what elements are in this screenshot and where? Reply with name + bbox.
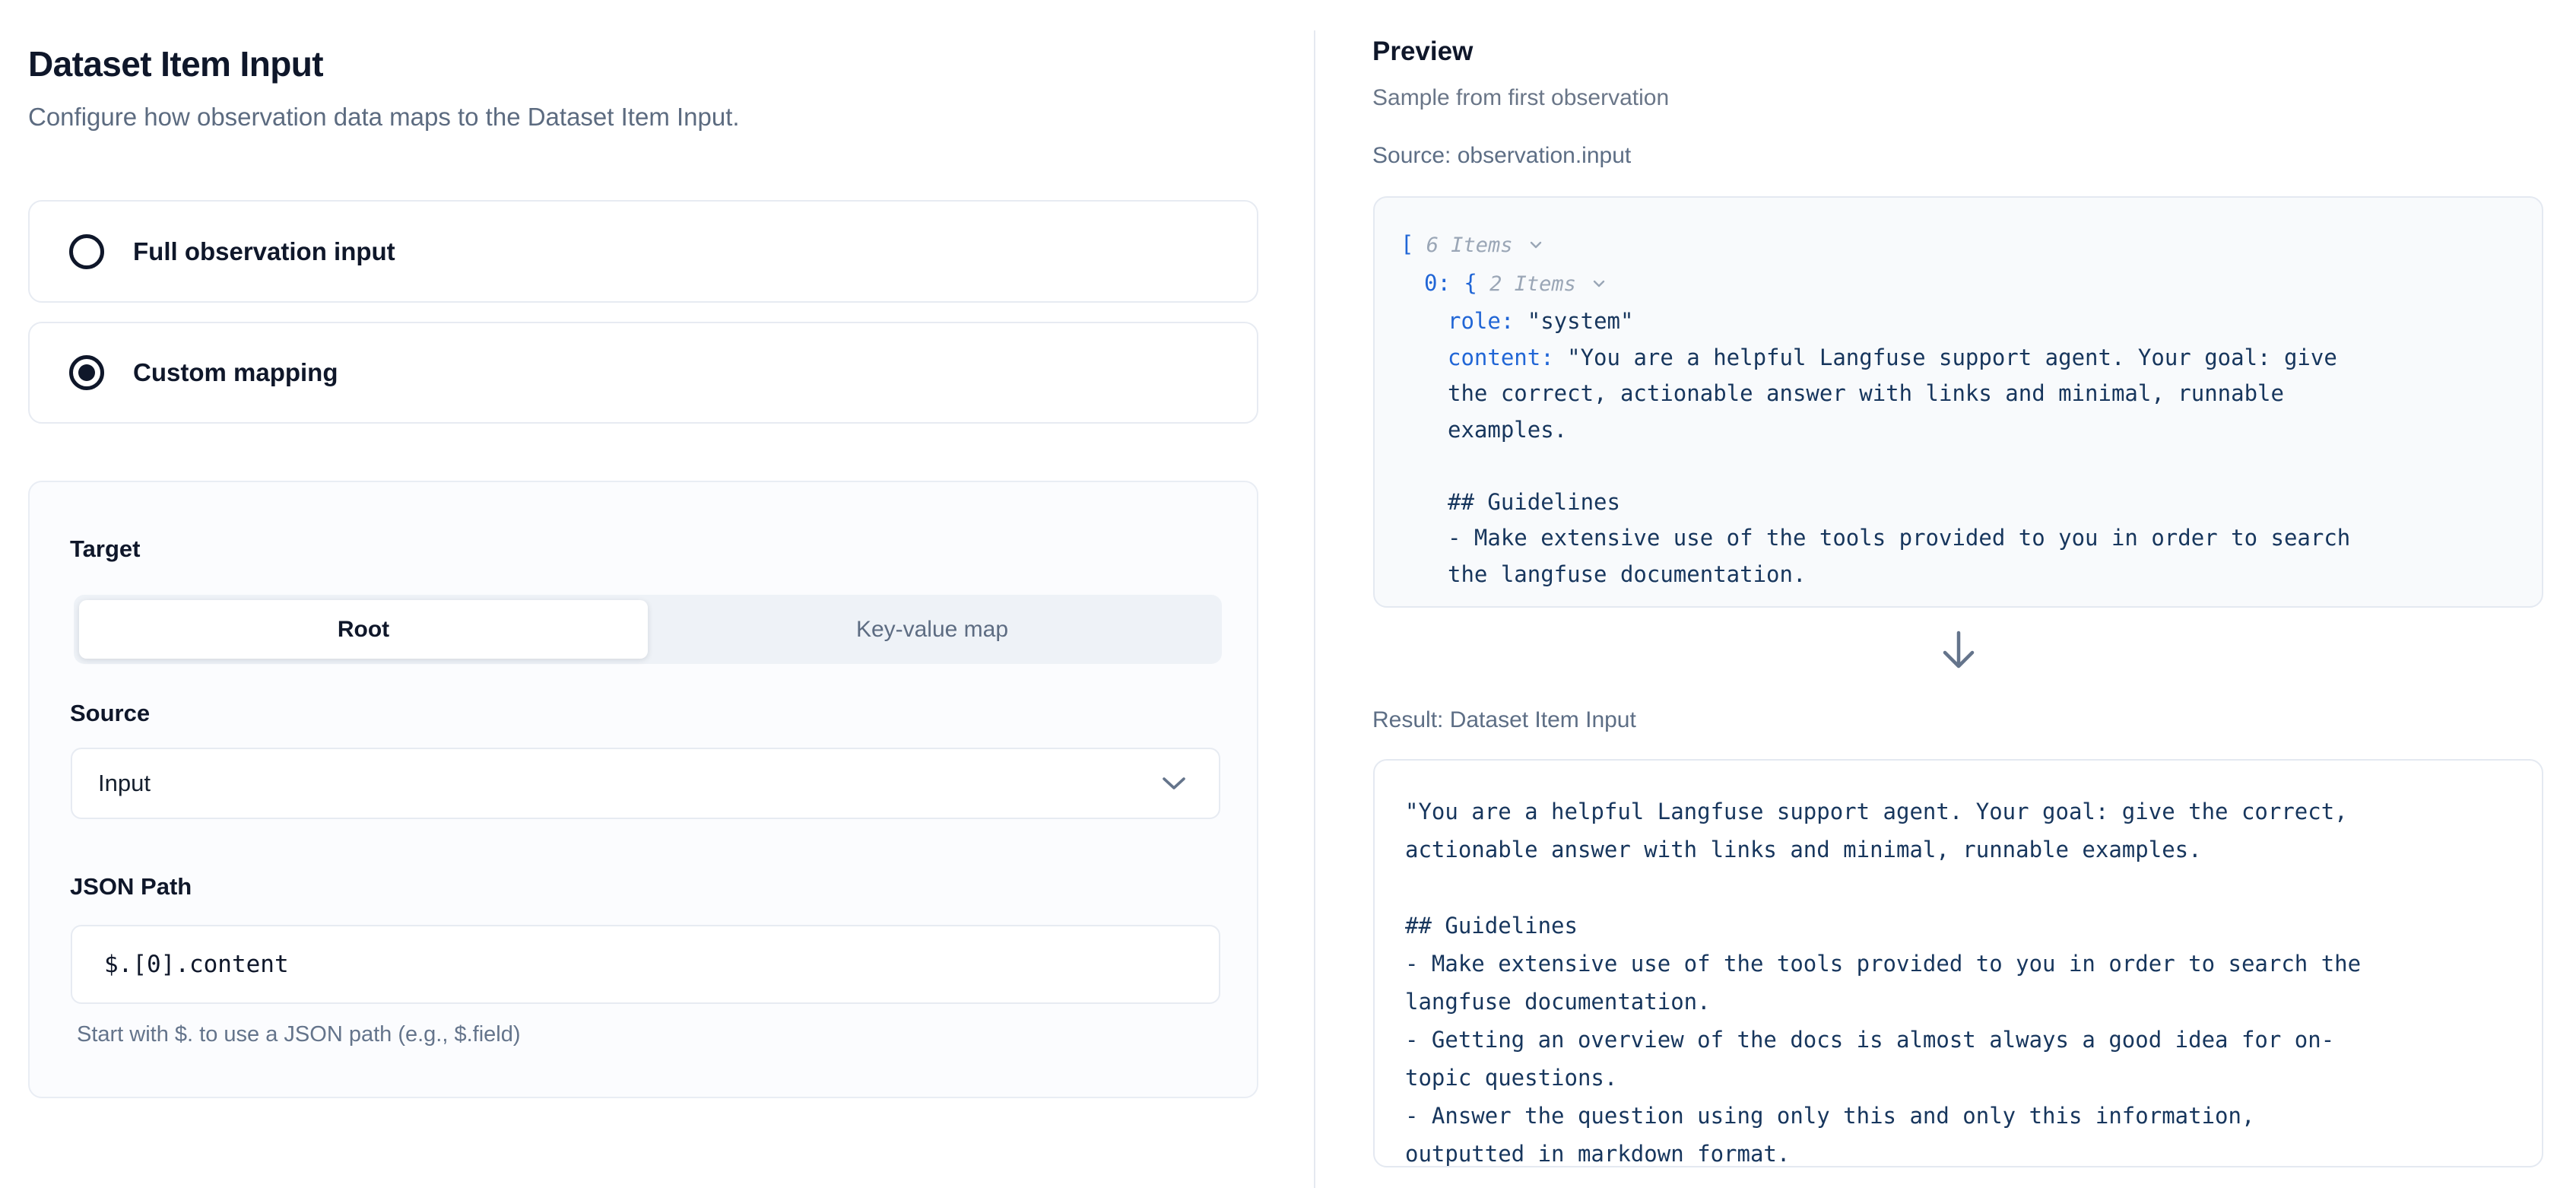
collapse-chevron-icon[interactable] <box>1527 229 1545 265</box>
code-token-string: - Make extensive use of the tools provid… <box>1448 525 2350 551</box>
code-token-string: ## Guidelines <box>1405 913 1578 939</box>
result-caption: Result: Dataset Item Input <box>1372 707 1636 733</box>
code-token-string: "system" <box>1528 308 1634 334</box>
code-line: 0: { 2 Items <box>1401 265 2519 304</box>
custom-mapping-card: Target Root Key-value map Source Input <box>28 481 1258 1098</box>
code-token-string: examples. <box>1448 417 1567 443</box>
code-token-meta: 2 Items <box>1477 272 1588 296</box>
collapse-chevron-icon[interactable] <box>1590 268 1608 304</box>
code-token-string: the langfuse documentation. <box>1448 561 1806 587</box>
arrow-down-icon <box>1939 628 1978 674</box>
code-line: "You are a helpful Langfuse support agen… <box>1405 793 2516 831</box>
code-line: outputted in markdown format. <box>1405 1135 2516 1167</box>
code-line: role: "system" <box>1401 303 2519 340</box>
code-token-string: - Answer the question using only this an… <box>1405 1103 2254 1129</box>
code-token-string: "You are a helpful Langfuse support agen… <box>1567 345 2337 370</box>
radio-option-custom-mapping[interactable]: Custom mapping <box>28 322 1258 424</box>
tab-root[interactable]: Root <box>79 600 648 659</box>
preview-panel: Preview Sample from first observation So… <box>1315 0 2576 1188</box>
code-token-key: 0: <box>1424 270 1464 296</box>
code-line: - Answer the question using only this an… <box>1405 1097 2516 1135</box>
result-preview-box[interactable]: "You are a helpful Langfuse support agen… <box>1373 759 2543 1167</box>
tab-root-label: Root <box>338 617 389 643</box>
code-line: the langfuse documentation. <box>1401 557 2519 593</box>
preview-subtitle: Sample from first observation <box>1372 85 1669 111</box>
code-token-string: - Make extensive use of the tools provid… <box>1405 951 2361 977</box>
observation-input-json-viewer[interactable]: [ 6 Items 0: { 2 Items role: "system"con… <box>1373 196 2543 608</box>
target-segmented-control: Root Key-value map <box>74 595 1222 664</box>
code-line: topic questions. <box>1405 1059 2516 1097</box>
page-title: Dataset Item Input <box>28 43 323 87</box>
code-line: content: "You are a helpful Langfuse sup… <box>1401 340 2519 376</box>
code-token-string: the correct, actionable answer with link… <box>1448 380 2284 406</box>
code-line: - Make extensive use of the tools provid… <box>1401 520 2519 557</box>
source-select-value: Input <box>98 770 151 797</box>
code-token-key: role: <box>1448 308 1528 334</box>
code-token-punct: { <box>1464 270 1477 296</box>
code-token-string: outputted in markdown format. <box>1405 1141 1790 1167</box>
code-token-key: content: <box>1448 345 1567 370</box>
code-token-meta: 6 Items <box>1413 233 1524 257</box>
code-line: the correct, actionable answer with link… <box>1401 376 2519 412</box>
code-line: ## Guidelines <box>1401 484 2519 521</box>
code-line: examples. <box>1401 412 2519 449</box>
code-line: actionable answer with links and minimal… <box>1405 831 2516 869</box>
tab-key-value-map[interactable]: Key-value map <box>648 600 1217 659</box>
json-path-label: JSON Path <box>70 873 192 901</box>
dataset-item-input-config-screen: Dataset Item Input Configure how observa… <box>0 0 2576 1188</box>
code-token-string: actionable answer with links and minimal… <box>1405 837 2202 862</box>
radio-option-label: Custom mapping <box>133 358 338 387</box>
chevron-down-icon <box>1161 776 1187 791</box>
tab-key-value-map-label: Key-value map <box>856 617 1008 643</box>
json-path-hint: Start with $. to use a JSON path (e.g., … <box>77 1022 521 1047</box>
radio-option-full-observation-input[interactable]: Full observation input <box>28 200 1258 303</box>
config-panel: Dataset Item Input Configure how observa… <box>0 0 1314 1188</box>
code-line <box>1405 869 2516 907</box>
code-token-string: ## Guidelines <box>1448 489 1620 515</box>
code-line <box>1401 448 2519 484</box>
source-label: Source <box>70 700 150 727</box>
code-token-punct: [ <box>1401 231 1413 257</box>
code-line: ## Guidelines <box>1405 907 2516 945</box>
code-line: - Make extensive use of the tools provid… <box>1405 945 2516 983</box>
radio-option-label: Full observation input <box>133 237 395 266</box>
code-line: - Getting an overview of the docs is alm… <box>1405 1021 2516 1059</box>
preview-title: Preview <box>1372 37 1473 67</box>
source-select[interactable]: Input <box>71 748 1220 819</box>
code-line: [ 6 Items <box>1401 227 2519 265</box>
code-token-string: "You are a helpful Langfuse support agen… <box>1405 799 2348 824</box>
target-label: Target <box>70 535 140 563</box>
code-token-string: topic questions. <box>1405 1065 1617 1091</box>
code-token-string: - Getting an overview of the docs is alm… <box>1405 1027 2334 1053</box>
radio-unselected-icon[interactable] <box>69 234 104 269</box>
radio-selected-icon[interactable] <box>69 355 104 390</box>
source-caption: Source: observation.input <box>1372 143 1631 169</box>
code-line: langfuse documentation. <box>1405 983 2516 1021</box>
code-token-string: langfuse documentation. <box>1405 989 1711 1015</box>
page-subtitle: Configure how observation data maps to t… <box>28 101 740 134</box>
json-path-input[interactable] <box>71 925 1220 1004</box>
